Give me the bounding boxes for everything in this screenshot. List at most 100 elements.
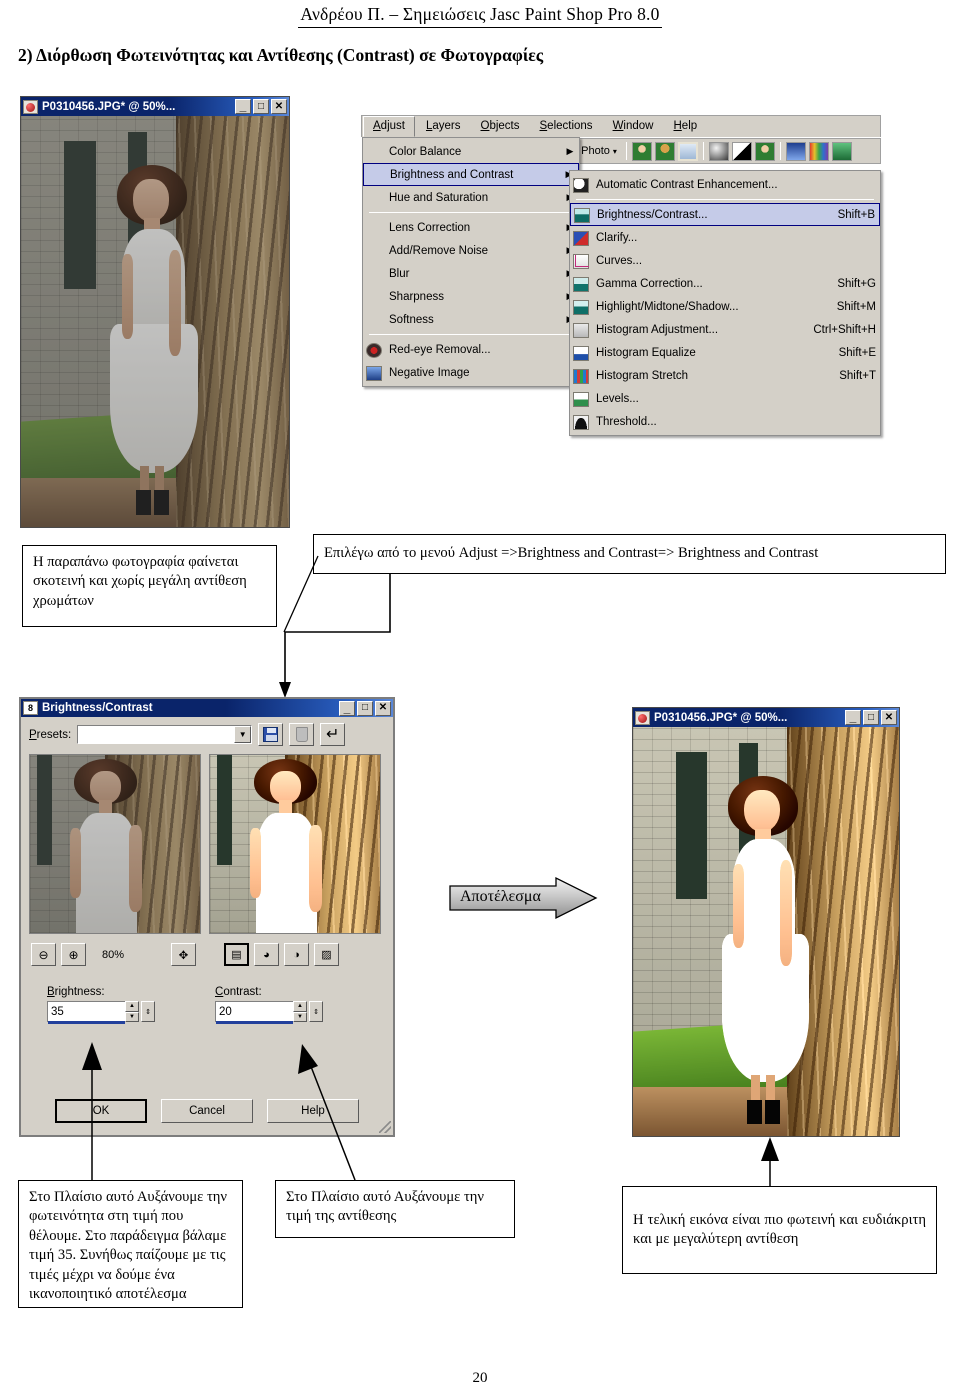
bc-dialog-titlebar[interactable]: 8 Brightness/Contrast _ □ ✕ — [21, 699, 393, 717]
submenu-item-curves[interactable]: Curves... — [570, 249, 880, 272]
presets-combo[interactable]: ▼ — [77, 725, 253, 744]
submenu-item-automatic-contrast-enhancement[interactable]: Automatic Contrast Enhancement... — [570, 173, 880, 196]
brightness-input[interactable]: 35 — [47, 1001, 125, 1024]
menu-item-red-eye-removal[interactable]: Red-eye Removal... — [363, 338, 579, 361]
spin-up-icon[interactable]: ▲ — [125, 1001, 139, 1012]
menubar-item-adjust[interactable]: AAdjustdjust — [363, 116, 415, 137]
minimize-button[interactable]: _ — [235, 99, 251, 114]
contrast-slider-popup-button[interactable]: ⇕ — [309, 1001, 323, 1022]
portrait-frame-icon[interactable] — [677, 141, 698, 161]
auto-proof-button[interactable]: ◕ — [254, 943, 279, 966]
preview-pane-before[interactable] — [29, 754, 201, 934]
chevron-down-icon[interactable]: ▼ — [234, 726, 252, 743]
submenu-item-highlight-midtone-shadow[interactable]: Highlight/Midtone/Shadow... Shift+M — [570, 295, 880, 318]
menu-item-add-remove-noise[interactable]: Add/Remove Noise ▶ — [363, 239, 579, 262]
proof-button[interactable]: ▤ — [224, 943, 249, 966]
maximize-button[interactable]: □ — [357, 700, 373, 716]
menu-item-softness[interactable]: Softness ▶ — [363, 308, 579, 331]
spin-down-icon[interactable]: ▼ — [125, 1011, 139, 1022]
submenu-item-threshold[interactable]: Threshold... — [570, 410, 880, 433]
close-button[interactable]: ✕ — [881, 710, 897, 725]
rainbow-gradient-icon[interactable] — [808, 141, 829, 161]
brightness-spin-buttons[interactable]: ▲ ▼ — [125, 1001, 139, 1022]
photo-window-before-titlebar[interactable]: P0310456.JPG* @ 50%... _ □ ✕ — [21, 97, 289, 116]
submenu-arrow-icon: ▶ — [566, 146, 574, 156]
spin-up-icon[interactable]: ▲ — [293, 1001, 307, 1012]
menubar-item-objects[interactable]: Objects — [472, 117, 529, 136]
contrast-spin-buttons[interactable]: ▲ ▼ — [293, 1001, 307, 1022]
preview-pane-after[interactable] — [209, 754, 381, 934]
contrast-stepper[interactable]: 20 ▲ ▼ ⇕ — [215, 1001, 323, 1024]
photo-window-after-titlebar[interactable]: P0310456.JPG* @ 50%... _ □ ✕ — [633, 708, 899, 727]
parameters-row: Brightness: 35 ▲ ▼ ⇕ Contrast: 20 ▲ ▼ ⇕ — [21, 970, 393, 1024]
menu-item-icon — [363, 189, 385, 207]
reset-button[interactable]: ↵ — [320, 723, 346, 746]
brightness-stepper[interactable]: 35 ▲ ▼ ⇕ — [47, 1001, 155, 1024]
gamma-correction-icon — [570, 275, 592, 293]
delete-preset-button[interactable] — [289, 723, 315, 746]
brightness-contrast-icon — [571, 206, 593, 224]
submenu-item-label: Histogram Stretch — [596, 369, 689, 382]
menu-item-color-balance[interactable]: Color Balance ▶ — [363, 140, 579, 163]
menubar-item-window[interactable]: Window — [604, 117, 663, 136]
person-green-icon[interactable] — [631, 141, 652, 161]
brightness-slider-popup-button[interactable]: ⇕ — [141, 1001, 155, 1022]
submenu-item-label: Threshold... — [596, 415, 657, 428]
person-gold-icon[interactable] — [654, 141, 675, 161]
menu-item-sharpness[interactable]: Sharpness ▶ — [363, 285, 579, 308]
menubar-item-selections[interactable]: Selections — [531, 117, 602, 136]
photo-window-before[interactable]: P0310456.JPG* @ 50%... _ □ ✕ — [20, 96, 290, 528]
close-button[interactable]: ✕ — [271, 99, 287, 114]
submenu-item-levels[interactable]: Levels... — [570, 387, 880, 410]
submenu-item-histogram-adjustment[interactable]: Histogram Adjustment... Ctrl+Shift+H — [570, 318, 880, 341]
randomize-button[interactable]: ▨ — [314, 943, 339, 966]
submenu-item-histogram-stretch[interactable]: Histogram Stretch Shift+T — [570, 364, 880, 387]
submenu-item-histogram-equalize[interactable]: Histogram Equalize Shift+E — [570, 341, 880, 364]
reset-icon: ↵ — [325, 725, 340, 743]
photo-person-icon[interactable] — [754, 141, 775, 161]
photo-toolbar[interactable]: e Photo ▾ — [567, 138, 881, 164]
sphere-shading-icon[interactable] — [708, 141, 729, 161]
photo-window-after[interactable]: P0310456.JPG* @ 50%... _ □ ✕ — [632, 707, 900, 1137]
save-preset-button[interactable] — [258, 723, 284, 746]
maximize-button[interactable]: □ — [863, 710, 879, 725]
cancel-button[interactable]: Cancel — [161, 1099, 253, 1123]
resize-grip[interactable] — [379, 1121, 391, 1133]
contrast-input[interactable]: 20 — [215, 1001, 293, 1024]
maximize-button[interactable]: □ — [253, 99, 269, 114]
menu-item-brightness-and-contrast[interactable]: Brightness and Contrast ▶ — [363, 163, 579, 186]
histogram-icon[interactable] — [785, 141, 806, 161]
menu-item-label: Color Balance — [389, 145, 462, 158]
menu-item-negative-image[interactable]: Negative Image — [363, 361, 579, 384]
photo-before-image — [21, 116, 289, 527]
close-button[interactable]: ✕ — [375, 700, 391, 716]
preview-button[interactable]: ◑ — [284, 943, 309, 966]
menu-separator — [576, 199, 874, 200]
menubar[interactable]: AAdjustdjust Layers Objects Selections W… — [361, 115, 881, 137]
menu-item-label: Red-eye Removal... — [389, 343, 491, 356]
submenu-item-brightness-contrast[interactable]: Brightness/Contrast... Shift+B — [570, 203, 880, 226]
psp-red-ball-icon — [23, 99, 38, 114]
contrast-triangle-icon[interactable] — [731, 141, 752, 161]
bc-dialog-icon: 8 — [23, 701, 38, 715]
submenu-item-gamma-correction[interactable]: Gamma Correction... Shift+G — [570, 272, 880, 295]
chevron-down-icon[interactable]: ▾ — [613, 147, 617, 156]
submenu-item-clarify[interactable]: Clarify... — [570, 226, 880, 249]
menu-item-icon — [363, 143, 385, 161]
menu-item-hue-and-saturation[interactable]: Hue and Saturation ▶ — [363, 186, 579, 209]
menubar-item-help[interactable]: Help — [664, 117, 706, 136]
zoom-out-button[interactable]: ⊖ — [31, 943, 56, 966]
spin-down-icon[interactable]: ▼ — [293, 1011, 307, 1022]
menu-item-lens-correction[interactable]: Lens Correction ▶ — [363, 216, 579, 239]
green-gradient-icon[interactable] — [831, 141, 852, 161]
brightness-and-contrast-submenu[interactable]: Automatic Contrast Enhancement... Bright… — [569, 170, 881, 436]
menubar-item-layers[interactable]: Layers — [417, 117, 470, 136]
pan-button[interactable]: ✥ — [171, 943, 196, 966]
menu-item-icon — [363, 242, 385, 260]
minimize-button[interactable]: _ — [845, 710, 861, 725]
adjust-menu[interactable]: Color Balance ▶ Brightness and Contrast … — [362, 137, 580, 387]
zoom-in-button[interactable]: ⊕ — [61, 943, 86, 966]
minimize-button[interactable]: _ — [339, 700, 355, 716]
brightness-label: Brightness: — [47, 986, 105, 998]
menu-item-blur[interactable]: Blur ▶ — [363, 262, 579, 285]
